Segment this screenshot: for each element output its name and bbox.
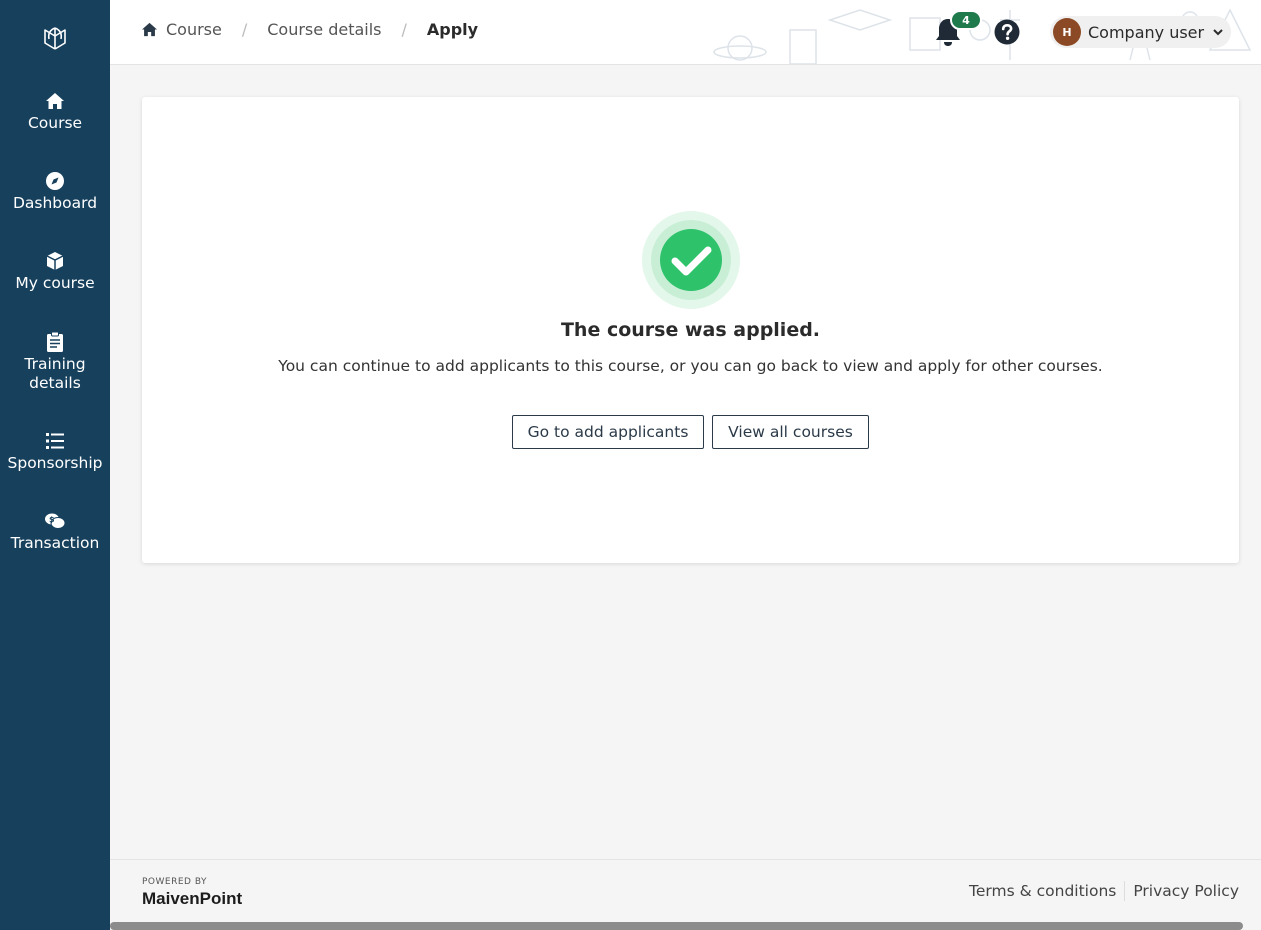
breadcrumb-label: Course details (267, 20, 382, 39)
help-icon[interactable] (994, 19, 1020, 45)
view-all-courses-button[interactable]: View all courses (712, 415, 869, 449)
link-divider (1124, 881, 1126, 901)
sidebar-item-transaction[interactable]: $ Transaction (0, 510, 110, 553)
result-title: The course was applied. (560, 319, 821, 341)
privacy-link[interactable]: Privacy Policy (1133, 882, 1239, 900)
breadcrumb-separator: / (241, 20, 248, 39)
breadcrumb-course-details[interactable]: Course details (267, 20, 381, 39)
brand-logo: MaivenPoint (142, 889, 243, 908)
clipboard-icon (44, 331, 66, 353)
sidebar-item-label: Training details (24, 355, 86, 392)
box-icon (44, 250, 66, 272)
sidebar-item-label: My course (15, 274, 95, 292)
powered-by-label: POWERED BY (142, 877, 208, 887)
list-icon (44, 430, 66, 452)
notification-badge: 4 (950, 10, 982, 30)
app-logo[interactable] (0, 20, 110, 56)
footer-links: Terms & conditions Privacy Policy (969, 881, 1239, 901)
sidebar-item-sponsorship[interactable]: Sponsorship (0, 430, 110, 473)
sidebar-item-label: Sponsorship (7, 454, 103, 472)
sidebar-item-training-details[interactable]: Training details (0, 331, 110, 393)
success-check-icon (642, 211, 740, 309)
chat-dollar-icon: $ (44, 510, 66, 532)
add-applicants-button[interactable]: Go to add applicants (512, 415, 704, 449)
breadcrumb-label: Course (166, 20, 222, 39)
breadcrumb-apply: Apply (427, 20, 478, 39)
chevron-down-icon (1213, 29, 1223, 36)
sidebar-item-label: Dashboard (12, 194, 98, 212)
breadcrumb-separator: / (401, 20, 407, 39)
sidebar: Course Dashboard My course Training deta… (0, 0, 110, 930)
sidebar-item-my-course[interactable]: My course (0, 250, 110, 293)
sidebar-item-label: Transaction (10, 534, 100, 552)
user-menu[interactable]: H Company user (1050, 16, 1231, 48)
avatar: H (1053, 18, 1081, 46)
user-name: Company user (1088, 22, 1205, 42)
result-card: The course was applied. You can continue… (142, 97, 1239, 563)
home-icon (44, 90, 66, 112)
svg-text:$: $ (49, 515, 55, 524)
footer: POWERED BY MaivenPoint Terms & condition… (110, 859, 1261, 930)
home-icon (142, 22, 157, 37)
terms-link[interactable]: Terms & conditions (969, 882, 1116, 900)
breadcrumb-course[interactable]: Course (141, 20, 222, 39)
result-description: You can continue to add applicants to th… (278, 357, 1103, 375)
sidebar-item-dashboard[interactable]: Dashboard (0, 170, 110, 213)
sidebar-item-course[interactable]: Course (0, 90, 110, 133)
leaf-book-icon (44, 27, 66, 50)
compass-icon (44, 170, 66, 192)
sidebar-item-label: Course (27, 114, 83, 132)
horizontal-scrollbar[interactable] (110, 922, 1243, 930)
breadcrumb: Course / Course details / Apply (141, 20, 478, 39)
top-header: Course / Course details / Apply 4 H Comp… (110, 0, 1261, 65)
breadcrumb-label: Apply (426, 20, 479, 39)
